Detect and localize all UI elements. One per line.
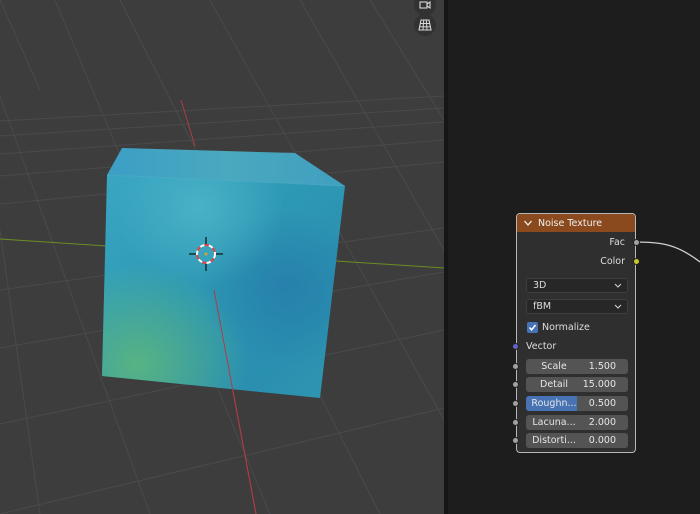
roughness-value: 0.500 [588,398,616,409]
output-fac: Fac [609,236,625,250]
noise-texture-node[interactable]: Noise Texture Fac Color 3D fBM Normalize… [512,213,640,453]
chevron-down-icon [614,283,622,288]
toggle-projection-button[interactable] [414,14,436,36]
output-color-label: Color [600,256,625,267]
lacunarity-label: Lacuna... [532,417,576,428]
noise-type-value: fBM [533,301,552,312]
node-title: Noise Texture [538,217,603,229]
distortion-value: 0.000 [588,435,616,446]
dimensions-dropdown[interactable]: 3D [526,278,628,293]
chevron-down-icon [614,304,622,309]
noise-type-dropdown[interactable]: fBM [526,299,628,314]
scale-socket[interactable] [512,363,519,370]
x-axis-line [180,99,196,147]
distortion-field[interactable]: Distorti... 0.000 [526,433,628,448]
chevron-down-icon[interactable] [523,218,533,228]
3d-viewport[interactable] [0,0,444,514]
distortion-socket[interactable] [512,437,519,444]
output-color: Color [600,255,625,269]
output-fac-socket[interactable] [633,239,640,246]
node-header[interactable]: Noise Texture [517,214,635,232]
roughness-socket[interactable] [512,400,519,407]
detail-value: 15.000 [582,379,616,390]
camera-icon [419,0,431,10]
dimensions-value: 3D [533,280,547,291]
normalize-checkbox[interactable] [527,322,538,333]
roughness-field[interactable]: Roughn... 0.500 [526,396,628,411]
detail-field[interactable]: Detail 15.000 [526,377,628,392]
output-color-socket[interactable] [633,258,640,265]
vector-label: Vector [526,341,557,352]
roughness-label: Roughn... [531,398,577,409]
vector-socket[interactable] [512,343,519,350]
detail-label: Detail [540,379,568,390]
lacunarity-field[interactable]: Lacuna... 2.000 [526,415,628,430]
normalize-row[interactable]: Normalize [527,321,590,334]
viewport-scene[interactable] [0,0,444,514]
distortion-label: Distorti... [532,435,576,446]
output-fac-label: Fac [609,237,625,248]
noise-cube [102,148,346,398]
detail-socket[interactable] [512,381,519,388]
lacunarity-value: 2.000 [588,417,616,428]
normalize-label: Normalize [542,322,590,333]
scale-value: 1.500 [588,361,616,372]
scale-label: Scale [541,361,567,372]
grid-icon [418,19,432,31]
checkmark-icon [528,324,537,331]
scale-field[interactable]: Scale 1.500 [526,359,628,374]
lacunarity-socket[interactable] [512,419,519,426]
shader-node-editor[interactable]: Noise Texture Fac Color 3D fBM Normalize… [448,0,700,514]
